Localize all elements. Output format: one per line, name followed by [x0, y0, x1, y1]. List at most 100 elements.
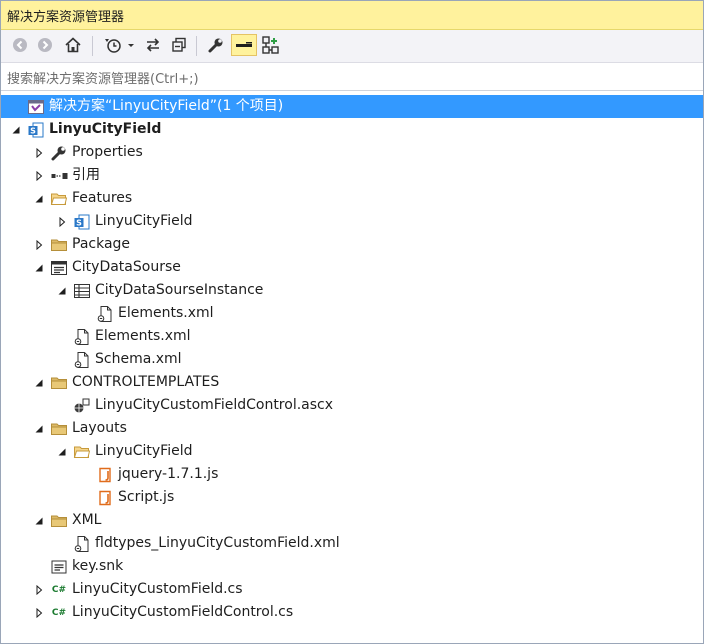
home-button[interactable] [62, 34, 84, 56]
tree-item[interactable]: CityDataSourse [1, 256, 703, 279]
tree-item[interactable]: 引用 [1, 164, 703, 187]
tree-item-label: Script.js [118, 489, 175, 505]
js-file-icon [96, 466, 114, 484]
expand-arrow-icon[interactable] [32, 256, 46, 279]
expand-arrow-icon[interactable] [32, 509, 46, 532]
xml-file-icon [73, 328, 91, 346]
tree-item[interactable]: CONTROLTEMPLATES [1, 371, 703, 394]
list-instance-icon [73, 282, 91, 300]
tree-item[interactable]: Properties [1, 141, 703, 164]
class-diagram-button[interactable] [260, 34, 282, 56]
expand-arrow-icon[interactable] [55, 440, 69, 463]
tree-item-label: LinyuCityCustomFieldControl.ascx [95, 397, 334, 413]
home-icon [65, 37, 81, 53]
expand-arrow-icon[interactable] [32, 417, 46, 440]
xml-file-icon [96, 305, 114, 323]
csharp-file-icon: C# [50, 604, 68, 622]
tree-item[interactable]: C# LinyuCityCustomFieldControl.cs [1, 601, 703, 624]
list-definition-icon [50, 259, 68, 277]
class-diagram-icon [262, 36, 279, 54]
tree-item-label: XML [72, 512, 102, 528]
expand-arrow-icon[interactable] [55, 279, 69, 302]
tree-item[interactable]: Elements.xml [1, 325, 703, 348]
tree-item[interactable]: Features [1, 187, 703, 210]
tree-item-label: 引用 [72, 167, 100, 183]
user-control-icon [73, 397, 91, 415]
tree-item-label: fldtypes_LinyuCityCustomField.xml [95, 535, 340, 551]
folder-icon [50, 420, 68, 438]
preview-selected-items-icon [236, 42, 252, 47]
tree-item[interactable]: S LinyuCityField [1, 118, 703, 141]
tree-item[interactable]: XML [1, 509, 703, 532]
collapse-all-icon [172, 37, 186, 52]
tree-item-label: Schema.xml [95, 351, 182, 367]
folder-icon [50, 236, 68, 254]
search-placeholder: 搜索解决方案资源管理器(Ctrl+;) [7, 72, 199, 87]
collapse-arrow-icon[interactable] [55, 210, 69, 233]
tree-item-label: CONTROLTEMPLATES [72, 374, 220, 390]
sync-with-active-document-button[interactable] [142, 34, 164, 56]
collapse-all-button[interactable] [168, 34, 190, 56]
tree-item-label: LinyuCityField [95, 443, 193, 459]
svg-text:S: S [30, 127, 36, 136]
tree-item[interactable]: S LinyuCityField [1, 210, 703, 233]
sync-with-document-icon [146, 38, 160, 52]
collapse-arrow-icon[interactable] [32, 601, 46, 624]
forward-button[interactable] [34, 34, 56, 56]
folder-icon [50, 374, 68, 392]
key-file-icon [50, 558, 68, 576]
tree-item[interactable]: key.snk [1, 555, 703, 578]
tree-item[interactable]: Script.js [1, 486, 703, 509]
icon-text: C# [51, 585, 67, 595]
tree-item[interactable]: CityDataSourseInstance [1, 279, 703, 302]
tree-item[interactable]: Package [1, 233, 703, 256]
folder-open-icon [73, 443, 91, 461]
references-icon [50, 167, 68, 185]
back-icon [13, 38, 27, 52]
folder-icon [50, 512, 68, 530]
toolbar-separator [92, 36, 93, 56]
tree-item[interactable]: Schema.xml [1, 348, 703, 371]
properties-button[interactable] [205, 34, 227, 56]
tree-item-label: CityDataSourse [72, 259, 181, 275]
tree-item[interactable]: LinyuCityCustomFieldControl.ascx [1, 394, 703, 417]
xml-file-icon [73, 535, 91, 553]
wrench-icon [50, 144, 68, 162]
sharepoint-project-icon: S [27, 121, 45, 139]
search-box[interactable]: 搜索解决方案资源管理器(Ctrl+;) [1, 63, 703, 91]
csharp-file-icon: C# [50, 581, 68, 599]
feature-icon: S [73, 213, 91, 231]
folder-open-icon [50, 190, 68, 208]
solution-icon [27, 98, 45, 116]
tree-item[interactable]: Elements.xml [1, 302, 703, 325]
expand-arrow-icon[interactable] [32, 187, 46, 210]
tree-item[interactable]: jquery-1.7.1.js [1, 463, 703, 486]
tree-item[interactable]: LinyuCityField [1, 440, 703, 463]
forward-icon [38, 38, 52, 52]
tree-item[interactable]: C# LinyuCityCustomField.cs [1, 578, 703, 601]
expand-arrow-icon[interactable] [32, 371, 46, 394]
tree-item-label: Layouts [72, 420, 127, 436]
pending-changes-filter-button[interactable] [100, 34, 138, 56]
tree-item[interactable]: Layouts [1, 417, 703, 440]
tree-item-label: Features [72, 190, 133, 206]
tree-item[interactable]: 解决方案“LinyuCityField”(1 个项目) [1, 95, 703, 118]
tree-item-label: LinyuCityCustomField.cs [72, 581, 243, 597]
collapse-arrow-icon[interactable] [32, 164, 46, 187]
back-button[interactable] [9, 34, 31, 56]
icon-text: C# [51, 608, 67, 618]
toolbar [1, 30, 703, 63]
tree-item-label: LinyuCityField [95, 213, 193, 229]
panel-title-bar[interactable]: 解决方案资源管理器 [1, 1, 703, 30]
solution-explorer-panel: 解决方案资源管理器 搜索解决方案资源管理器(Ctrl+;) 解决方案“Linyu… [0, 0, 704, 644]
svg-text:S: S [76, 219, 82, 228]
expand-arrow-icon[interactable] [9, 118, 23, 141]
preview-selected-items-button[interactable] [231, 34, 257, 56]
tree-item-label: key.snk [72, 558, 124, 574]
properties-wrench-icon [208, 38, 223, 53]
collapse-arrow-icon[interactable] [32, 141, 46, 164]
tree-item-label: jquery-1.7.1.js [118, 466, 219, 482]
tree-item[interactable]: fldtypes_LinyuCityCustomField.xml [1, 532, 703, 555]
collapse-arrow-icon[interactable] [32, 233, 46, 256]
collapse-arrow-icon[interactable] [32, 578, 46, 601]
